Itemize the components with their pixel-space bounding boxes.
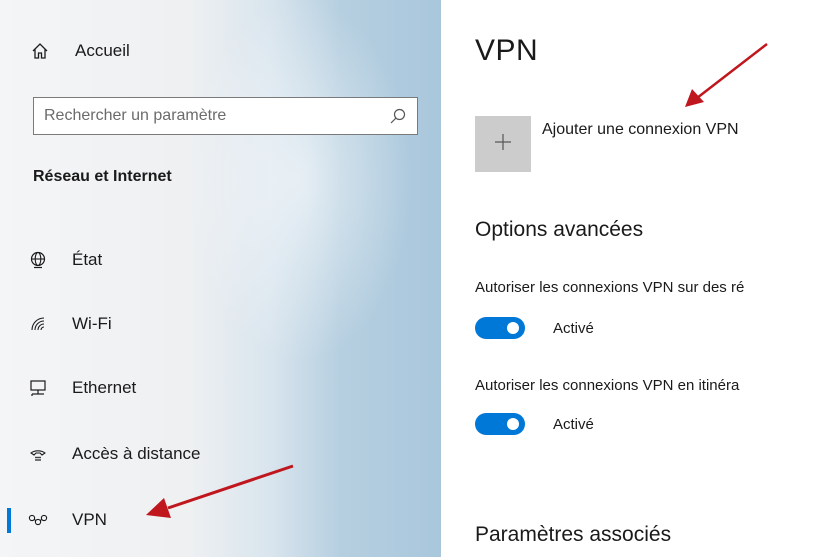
roaming-vpn-toggle[interactable]	[475, 413, 525, 435]
toggle-state-label: Activé	[553, 319, 594, 337]
selection-indicator	[7, 508, 11, 533]
plus-icon	[493, 132, 513, 157]
toggle-knob	[507, 418, 519, 430]
sidebar-item-label: Wi-Fi	[72, 314, 112, 333]
toggle-knob	[507, 322, 519, 334]
sidebar: Accueil Réseau et Internet État Wi-Fi Et…	[0, 0, 441, 557]
dialup-icon	[28, 444, 48, 464]
main-content: VPN Ajouter une connexion VPN Options av…	[441, 0, 832, 557]
vpn-icon	[28, 510, 48, 530]
sidebar-item-vpn[interactable]: VPN	[0, 498, 441, 542]
page-title: VPN	[475, 34, 539, 67]
toggle-row-metered[interactable]: Activé	[475, 315, 594, 341]
toggle-state-label: Activé	[553, 415, 594, 433]
sidebar-item-label: État	[72, 250, 103, 269]
metered-vpn-toggle[interactable]	[475, 317, 525, 339]
search-input[interactable]	[34, 98, 384, 134]
option-roaming-desc: Autoriser les connexions VPN en itinéra	[475, 377, 740, 394]
sidebar-item-ethernet[interactable]: Ethernet	[0, 366, 441, 410]
option-metered-desc: Autoriser les connexions VPN sur des ré	[475, 279, 745, 296]
sidebar-item-acces-distance[interactable]: Accès à distance	[0, 432, 441, 476]
sidebar-item-wifi[interactable]: Wi-Fi	[0, 302, 441, 346]
section-title: Réseau et Internet	[33, 168, 172, 185]
sidebar-item-label: Accès à distance	[72, 444, 201, 463]
sidebar-item-etat[interactable]: État	[0, 238, 441, 282]
toggle-row-roaming[interactable]: Activé	[475, 411, 594, 437]
add-vpn-button[interactable]	[475, 116, 531, 172]
sidebar-item-label: Ethernet	[72, 378, 137, 397]
home-icon	[30, 41, 50, 61]
home-link[interactable]: Accueil	[30, 36, 130, 66]
wifi-icon	[28, 314, 48, 334]
advanced-options-title: Options avancées	[475, 218, 644, 241]
search-box[interactable]	[33, 97, 418, 135]
add-vpn-label[interactable]: Ajouter une connexion VPN	[542, 121, 739, 139]
ethernet-icon	[28, 378, 48, 398]
search-icon[interactable]	[389, 107, 407, 125]
globe-icon	[28, 250, 48, 270]
sidebar-item-label: VPN	[72, 510, 107, 529]
related-settings-title: Paramètres associés	[475, 523, 672, 546]
home-label: Accueil	[75, 41, 130, 60]
